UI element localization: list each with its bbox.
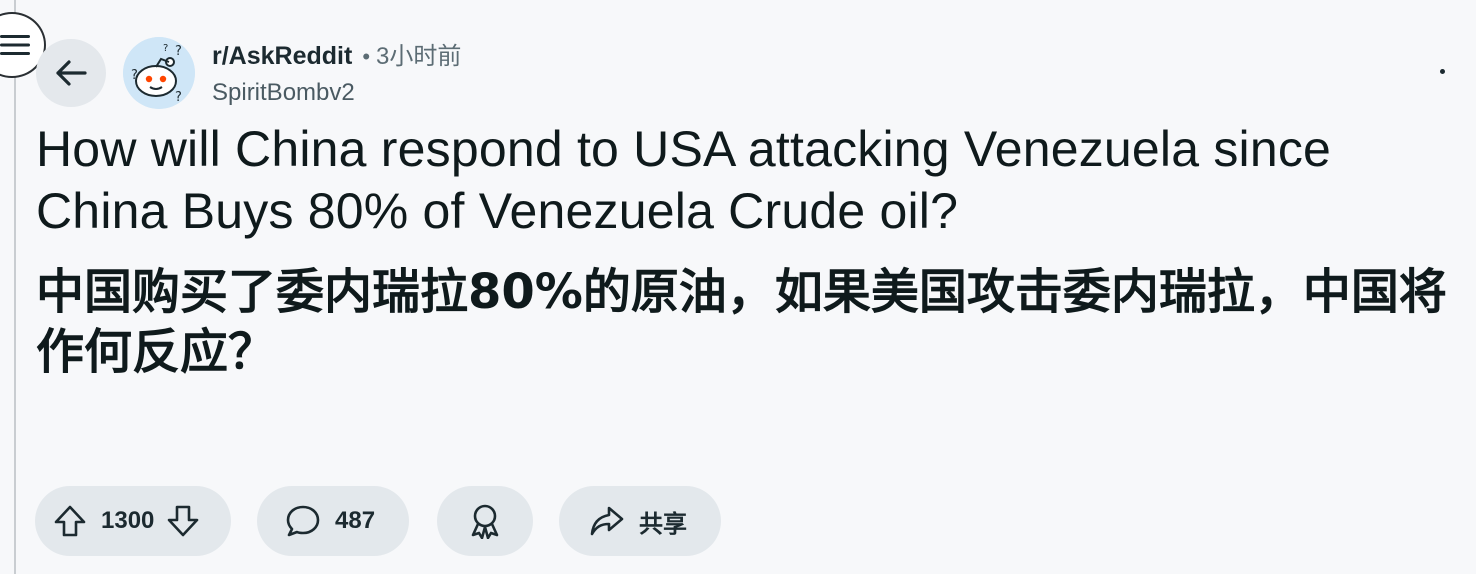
award-button[interactable] xyxy=(437,486,533,556)
comments-button[interactable]: 487 xyxy=(257,486,409,556)
left-divider xyxy=(14,0,16,574)
more-options-button[interactable] xyxy=(1420,56,1464,86)
comment-bubble-icon xyxy=(285,504,321,538)
vote-bar: 1300 xyxy=(35,486,231,556)
upvote-arrow-icon[interactable] xyxy=(53,504,87,538)
svg-text:?: ? xyxy=(175,90,182,105)
post-title-translation: 中国购买了委内瑞拉80%的原油，如果美国攻击委内瑞拉，中国将作何反应？ xyxy=(36,264,1447,380)
share-arrow-icon xyxy=(589,505,625,537)
meta-separator: • xyxy=(362,44,371,69)
post-meta: r/AskReddit • 3小时前 SpiritBombv2 xyxy=(212,40,461,109)
post-time: 3小时前 xyxy=(376,43,462,70)
svg-text:?: ? xyxy=(131,68,138,83)
post-page: ? ? ? ? r/AskReddit • 3小时前 SpiritBombv2 … xyxy=(0,0,1476,574)
hamburger-menu-icon xyxy=(0,33,30,57)
subreddit-avatar[interactable]: ? ? ? ? xyxy=(123,37,195,109)
upvote-count: 1300 xyxy=(101,507,155,534)
back-arrow-icon xyxy=(55,59,87,87)
more-options-icon xyxy=(1439,68,1445,74)
subreddit-avatar-icon: ? ? ? ? xyxy=(123,37,195,109)
award-icon xyxy=(468,503,502,539)
share-label: 共享 xyxy=(639,510,687,538)
svg-text:?: ? xyxy=(175,44,182,59)
subreddit-link[interactable]: r/AskReddit xyxy=(212,40,352,72)
downvote-arrow-icon[interactable] xyxy=(166,504,200,538)
comment-count: 487 xyxy=(335,507,376,534)
author-link[interactable]: SpiritBombv2 xyxy=(212,77,461,109)
post-title: How will China respond to USA attacking … xyxy=(36,121,1332,239)
share-button[interactable]: 共享 xyxy=(559,486,721,556)
back-button[interactable] xyxy=(36,39,106,107)
svg-text:?: ? xyxy=(163,43,168,54)
